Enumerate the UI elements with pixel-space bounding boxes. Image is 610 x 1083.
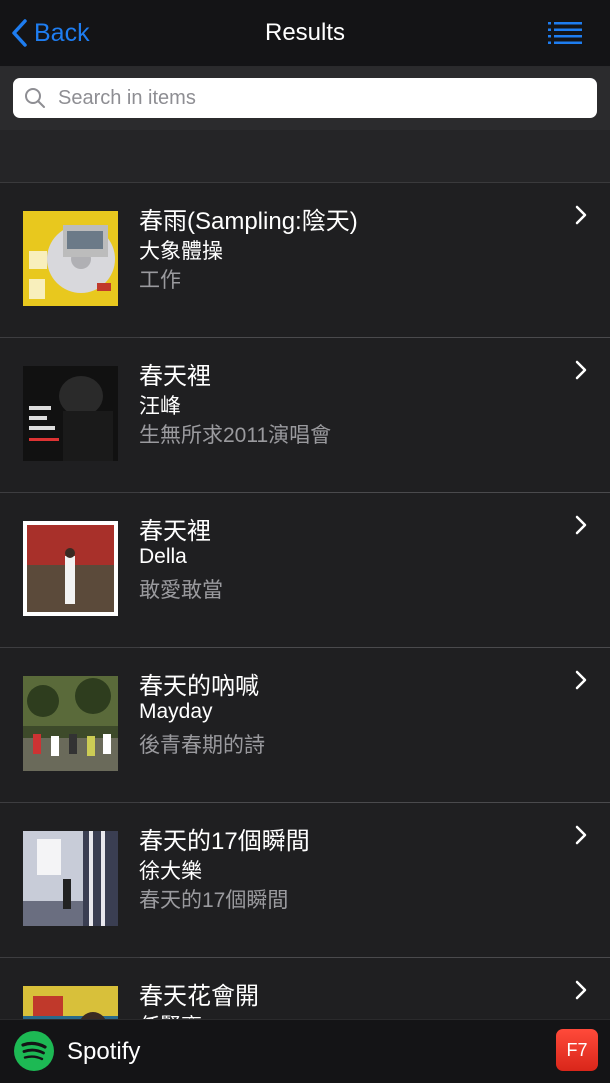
chevron-right-icon (575, 825, 587, 845)
footer-bar: Spotify F7 (0, 1019, 610, 1083)
track-album: 敢愛敢當 (139, 579, 223, 602)
track-title: 春天裡 (139, 518, 211, 545)
track-album: 生無所求2011演唱會 (139, 424, 332, 447)
track-album: 工作 (139, 269, 181, 292)
album-art (23, 676, 118, 771)
list-item[interactable]: 春天的吶喊 Mayday 後青春期的詩 (0, 648, 610, 803)
track-artist: 汪峰 (139, 395, 181, 418)
track-artist: 徐大樂 (139, 860, 202, 883)
list-item[interactable]: 春天裡 Della 敢愛敢當 (0, 493, 610, 648)
search-icon (25, 88, 45, 108)
search-input[interactable] (56, 85, 580, 111)
search-bar (0, 67, 610, 130)
navigation-bar: Back Results (0, 0, 610, 67)
f7-badge-button[interactable]: F7 (556, 1029, 598, 1071)
track-artist: Mayday (139, 700, 213, 723)
album-art (23, 366, 118, 461)
album-art (23, 986, 118, 1019)
list-icon (548, 22, 582, 44)
chevron-right-icon (575, 980, 587, 1000)
list-item[interactable]: 春天裡 汪峰 生無所求2011演唱會 (0, 338, 610, 493)
track-artist: 大象體操 (139, 240, 223, 263)
list-item[interactable]: 春天的17個瞬間 徐大樂 春天的17個瞬間 (0, 803, 610, 958)
track-title: 春天裡 (139, 363, 211, 390)
track-artist: 任賢齊 (139, 1010, 202, 1019)
list-menu-button[interactable] (548, 22, 582, 44)
chevron-right-icon (575, 515, 587, 535)
track-album: 後青春期的詩 (139, 734, 265, 757)
results-list[interactable]: 春雨(Sampling:陰天) 大象體操 工作 春天裡 汪峰 生無所求2011演… (0, 183, 610, 1019)
chevron-right-icon (575, 360, 587, 380)
track-title: 春天花會開 (139, 983, 259, 1010)
album-art (23, 831, 118, 926)
track-album: 春天的17個瞬間 (139, 889, 289, 912)
chevron-right-icon (575, 670, 587, 690)
service-label: Spotify (67, 1038, 141, 1065)
track-title: 春雨(Sampling:陰天) (139, 208, 358, 235)
track-title: 春天的吶喊 (139, 673, 259, 700)
list-item[interactable]: 春天花會開 任賢齊 (0, 958, 610, 1019)
chevron-right-icon (575, 205, 587, 225)
album-art (23, 521, 118, 616)
track-title: 春天的17個瞬間 (139, 828, 310, 855)
page-title: Results (264, 19, 346, 46)
list-header-spacer (0, 130, 610, 183)
search-field[interactable] (13, 78, 597, 118)
list-item[interactable]: 春雨(Sampling:陰天) 大象體操 工作 (0, 183, 610, 338)
album-art (23, 211, 118, 306)
track-artist: Della (139, 545, 187, 568)
spotify-icon[interactable] (14, 1031, 54, 1071)
